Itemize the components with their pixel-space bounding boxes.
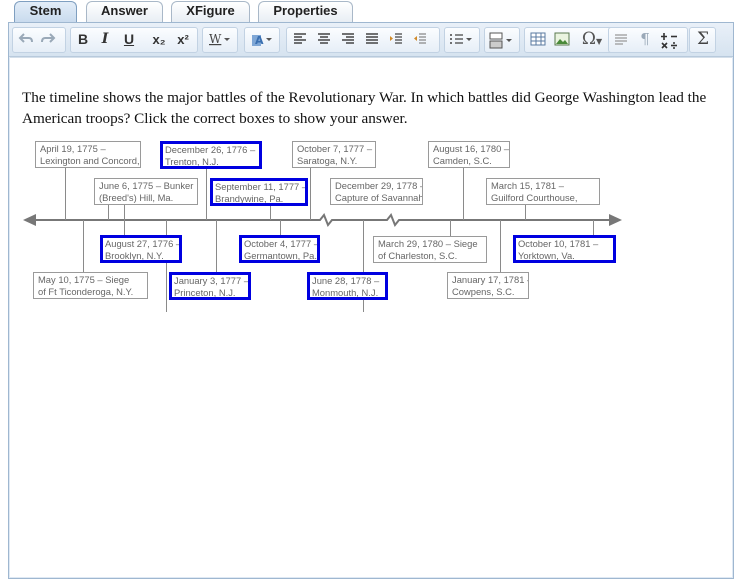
show-blocks-icon[interactable] <box>611 27 633 53</box>
bold-icon[interactable]: B <box>72 27 94 53</box>
event-saratoga[interactable]: October 7, 1777 – Saratoga, N.Y. <box>292 141 376 168</box>
word-style-icon[interactable]: W <box>206 27 236 53</box>
event-date: October 4, 1777 – <box>244 238 320 249</box>
tab-stem[interactable]: Stem <box>14 1 77 22</box>
event-lexington-concord[interactable]: April 19, 1775 – Lexington and Concord, <box>35 141 141 168</box>
align-left-icon[interactable] <box>290 27 312 53</box>
font-color-icon[interactable]: A <box>248 27 278 53</box>
event-savannah[interactable]: December 29, 1778 – Capture of Savannah, <box>330 178 423 205</box>
event-date: October 10, 1781 – <box>518 238 599 249</box>
event-date: June 28, 1778 – <box>312 275 380 286</box>
event-date: December 26, 1776 – <box>165 144 256 155</box>
tab-properties[interactable]: Properties <box>258 1 353 22</box>
event-brooklyn[interactable]: August 27, 1776 – Brooklyn, N.Y. <box>100 235 182 263</box>
connector-line <box>83 220 84 279</box>
superscript-icon[interactable]: x² <box>172 27 194 53</box>
align-center-icon[interactable] <box>314 27 336 53</box>
image-icon[interactable] <box>551 27 573 53</box>
event-place: Cowpens, S.C. <box>452 285 515 297</box>
event-date: March 29, 1780 – Siege <box>378 238 478 249</box>
event-yorktown[interactable]: October 10, 1781 – Yorktown, Va. <box>513 235 616 263</box>
connector-line <box>206 167 207 220</box>
redo-icon[interactable] <box>37 27 59 53</box>
connector-line <box>525 204 526 220</box>
event-place: Brooklyn, N.Y. <box>105 249 164 261</box>
event-place: Capture of Savannah, <box>335 191 423 203</box>
event-monmouth[interactable]: June 28, 1778 – Monmouth, N.J. <box>307 272 388 300</box>
event-place: of Ft Ticonderoga, N.Y. <box>38 285 134 297</box>
underline-icon[interactable]: U <box>118 27 140 53</box>
timeline: April 19, 1775 – Lexington and Concord, … <box>20 141 630 331</box>
event-place: Camden, S.C. <box>433 154 492 166</box>
event-place: Yorktown, Va. <box>518 249 575 261</box>
event-date: January 3, 1777 – <box>174 275 250 286</box>
question-stem: The timeline shows the major battles of … <box>22 89 707 127</box>
event-date: June 6, 1775 – Bunker <box>99 180 194 191</box>
list-icon[interactable] <box>446 27 478 53</box>
event-place: Lexington and Concord, <box>40 154 140 166</box>
connector-line <box>108 204 109 220</box>
event-place: Guilford Courthouse, <box>491 191 578 203</box>
math-ops-icon[interactable] <box>658 27 680 53</box>
event-place: Trenton, N.J. <box>165 155 219 167</box>
event-place: Brandywine, Pa. <box>215 192 284 204</box>
tab-answer[interactable]: Answer <box>86 1 163 22</box>
svg-text:A: A <box>255 34 264 47</box>
connector-line <box>500 220 501 279</box>
event-princeton[interactable]: January 3, 1777 – Princeton, N.J. <box>169 272 251 300</box>
event-date: March 15, 1781 – <box>491 180 564 191</box>
tab-xfigure[interactable]: XFigure <box>171 1 250 22</box>
event-date: September 11, 1777 – <box>215 181 308 192</box>
connector-line <box>463 167 464 220</box>
event-date: August 16, 1780 – <box>433 143 510 154</box>
connector-line <box>270 204 271 220</box>
align-right-icon[interactable] <box>338 27 360 53</box>
event-camden[interactable]: August 16, 1780 – Camden, S.C. <box>428 141 510 168</box>
event-place: Princeton, N.J. <box>174 286 236 298</box>
outdent-icon[interactable] <box>410 27 432 53</box>
event-brandywine[interactable]: September 11, 1777 – Brandywine, Pa. <box>210 178 308 206</box>
undo-icon[interactable] <box>15 27 37 53</box>
event-place: Monmouth, N.J. <box>312 286 379 298</box>
event-date: April 19, 1775 – <box>40 143 106 154</box>
event-place: Germantown, Pa. <box>244 249 317 261</box>
indent-icon[interactable] <box>386 27 408 53</box>
omega-icon[interactable]: Ω▼ <box>574 27 610 53</box>
connector-line <box>166 220 167 312</box>
event-trenton[interactable]: December 26, 1776 – Trenton, N.J. <box>160 141 262 169</box>
connector-line <box>216 220 217 279</box>
event-place: Saratoga, N.Y. <box>297 154 358 166</box>
event-germantown[interactable]: October 4, 1777 – Germantown, Pa. <box>239 235 320 263</box>
event-date: May 10, 1775 – Siege <box>38 274 130 285</box>
event-bunker-hill[interactable]: June 6, 1775 – Bunker (Breed's) Hill, Ma… <box>94 178 198 205</box>
omega-glyph: Ω <box>581 29 596 49</box>
editor-toolbar: B I U x₂ x² W A Ω▼ ¶ Σ <box>9 23 733 57</box>
connector-line <box>310 167 311 220</box>
justify-icon[interactable] <box>362 27 384 53</box>
event-date: October 7, 1777 – <box>297 143 373 154</box>
paragraph-icon[interactable]: ¶ <box>634 27 656 53</box>
svg-text:W: W <box>209 32 222 46</box>
block-style-icon[interactable] <box>486 27 518 53</box>
event-date: January 17, 1781 – <box>452 274 529 285</box>
event-ticonderoga[interactable]: May 10, 1775 – Siege of Ft Ticonderoga, … <box>33 272 148 299</box>
sigma-icon[interactable]: Σ <box>692 27 714 53</box>
event-place: (Breed's) Hill, Ma. <box>99 191 174 203</box>
event-guilford-courthouse[interactable]: March 15, 1781 – Guilford Courthouse, <box>486 178 600 205</box>
event-date: August 27, 1776 – <box>105 238 182 249</box>
event-date: December 29, 1778 – <box>335 180 423 191</box>
tab-bar: Stem Answer XFigure Properties <box>0 0 738 22</box>
event-cowpens[interactable]: January 17, 1781 – Cowpens, S.C. <box>447 272 529 299</box>
connector-line <box>65 167 66 220</box>
editor-content-area[interactable]: The timeline shows the major battles of … <box>10 57 732 577</box>
subscript-icon[interactable]: x₂ <box>148 27 170 53</box>
chevron-down-icon: ▼ <box>595 37 603 46</box>
italic-icon[interactable]: I <box>94 27 116 53</box>
rich-text-editor: B I U x₂ x² W A Ω▼ ¶ Σ The timeline show… <box>8 22 734 579</box>
connector-line <box>124 204 125 220</box>
event-charleston[interactable]: March 29, 1780 – Siege of Charleston, S.… <box>373 236 487 263</box>
event-place: of Charleston, S.C. <box>378 249 458 261</box>
table-icon[interactable] <box>527 27 549 53</box>
